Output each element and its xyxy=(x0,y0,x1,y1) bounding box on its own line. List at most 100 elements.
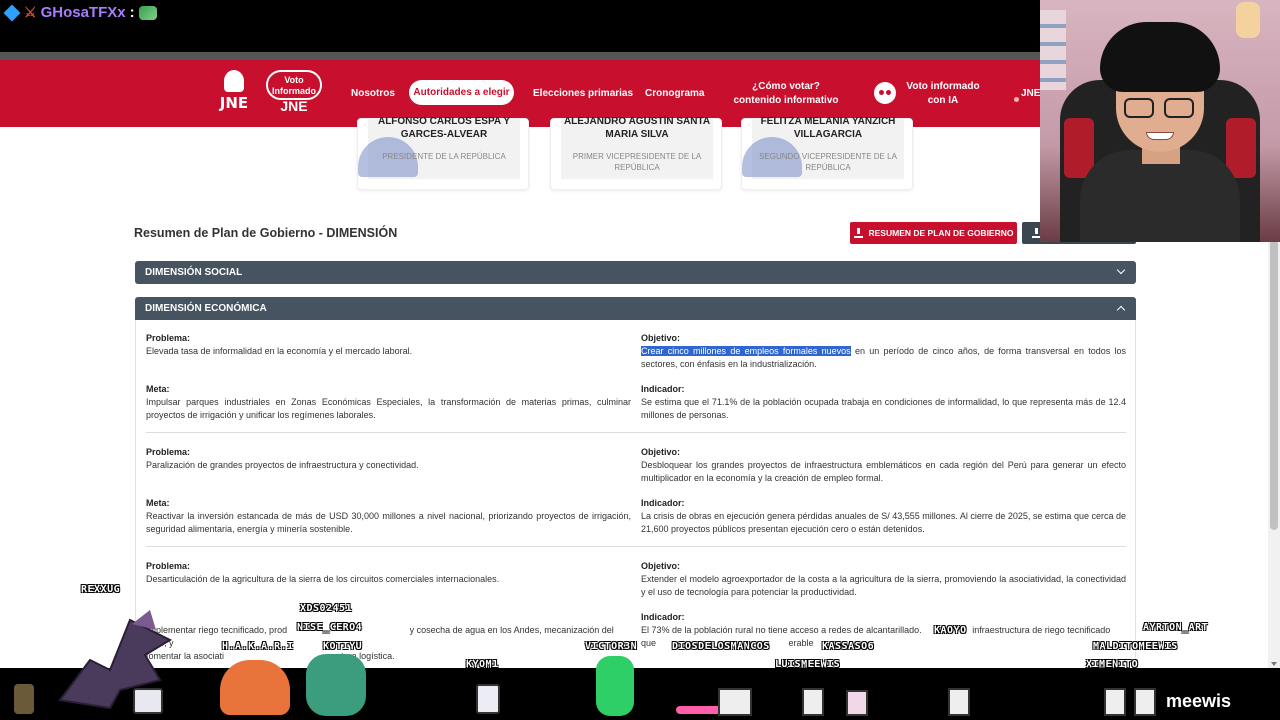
glasses-icon xyxy=(1124,98,1196,118)
voto-informado-logo[interactable]: Voto Informado JNE xyxy=(266,70,322,116)
streamer-hair xyxy=(1100,22,1220,92)
stream-scene: ⚔ GHosaTFXx : JNE Voto Informado JNE Nos… xyxy=(0,0,1280,720)
nav-jne[interactable]: JNE xyxy=(1021,60,1040,127)
problema-text: Desarticulación de la agricultura de la … xyxy=(146,574,500,584)
ghost-sprite xyxy=(133,688,163,714)
chevron-down-icon xyxy=(1116,265,1126,275)
meta-cell: Meta: Impulsar parques industriales en Z… xyxy=(146,383,631,422)
viewer-name: MALDITOMEEWIS xyxy=(1093,641,1178,652)
accordion-label: DIMENSIÓN ECONÓMICA xyxy=(145,303,267,314)
problema-cell: Problema: Desarticulación de la agricult… xyxy=(146,560,631,586)
viewer-name: XIMENITO xyxy=(1086,659,1139,670)
objetivo-text: Desbloquear los grandes proyectos de inf… xyxy=(641,460,1126,483)
candidate-card-vp2[interactable]: FELITZA MELANIA YANZICH VILLAGARCIA SEGU… xyxy=(741,116,913,190)
indicador-text-c: que xyxy=(641,638,657,648)
wall-frames xyxy=(1040,10,1066,90)
meta-label: Meta: xyxy=(146,384,170,394)
chat-message: ⚔ GHosaTFXx : xyxy=(3,4,157,21)
voto-logo-jne: JNE xyxy=(280,98,308,114)
candidate-card-vp1[interactable]: ALEJANDRO AGUSTÍN SANTA MARIA SILVA PRIM… xyxy=(550,116,722,190)
indicador-label: Indicador: xyxy=(641,612,685,622)
accordion-body-economica: Problema: Elevada tasa de informalidad e… xyxy=(135,320,1136,668)
objetivo-cell: Objetivo: Desbloquear los grandes proyec… xyxy=(641,446,1126,485)
candidate-role: PRIMER VICEPRESIDENTE DE LA REPÚBLICA xyxy=(572,152,702,172)
meta-text: Impulsar parques industriales en Zonas E… xyxy=(146,397,631,420)
charmeleon-sprite xyxy=(220,660,290,715)
indicador-label: Indicador: xyxy=(641,498,685,508)
streamer-webcam xyxy=(1040,0,1280,242)
objetivo-cell: Objetivo: Crear cinco millones de empleo… xyxy=(641,332,1126,371)
candidate-name: ALEJANDRO AGUSTÍN SANTA MARIA SILVA xyxy=(563,116,711,140)
chat-username: GHosaTFXx xyxy=(40,4,126,21)
jne-figure-icon xyxy=(224,70,244,92)
resumen-plan-button[interactable]: RESUMEN DE PLAN DE GOBIERNO xyxy=(850,222,1017,244)
ghost-sprite xyxy=(476,684,500,714)
shelf-figure xyxy=(1236,2,1260,38)
candidate-role: SEGUNDO VICEPRESIDENTE DE LA REPÚBLICA xyxy=(759,152,897,172)
robot-icon xyxy=(874,82,896,104)
meta-label: Meta: xyxy=(146,498,170,508)
scrollbar-thumb[interactable] xyxy=(1270,240,1278,530)
problema-label: Problema: xyxy=(146,333,191,343)
jne-logo[interactable]: JNE xyxy=(211,70,257,116)
viewer-name: REXXUG xyxy=(81,584,121,595)
accordion-dimension-economica[interactable]: DIMENSIÓN ECONÓMICA xyxy=(135,297,1136,320)
ghost-sprite xyxy=(802,688,824,716)
resumen-plan-label: RESUMEN DE PLAN DE GOBIERNO xyxy=(868,228,1014,238)
candidate-name: FELITZA MELANIA YANZICH VILLAGARCIA xyxy=(760,116,896,140)
sword-badge-icon: ⚔ xyxy=(24,4,37,20)
jne-logo-text: JNE xyxy=(219,94,249,112)
problema-label: Problema: xyxy=(146,561,191,571)
viewer-name: XDS02451 xyxy=(300,603,353,614)
cube-badge-icon xyxy=(3,4,21,21)
ghost-sprite xyxy=(948,688,970,716)
meta-cell: Implementar riego tecnificado, prod y co… xyxy=(146,624,631,663)
gallade-sprite xyxy=(596,656,634,716)
voto-logo-bubble: Voto Informado xyxy=(266,70,322,100)
candidate-name: ALFONSO CARLOS ESPA Y GARCES-ALVEAR xyxy=(377,116,511,140)
problema-cell: Problema: Paralización de grandes proyec… xyxy=(146,446,631,472)
objetivo-label: Objetivo: xyxy=(641,447,681,457)
chevron-up-icon xyxy=(1116,305,1126,315)
problema-label: Problema: xyxy=(146,447,191,457)
plan-title: Resumen de Plan de Gobierno - DIMENSIÓN xyxy=(134,226,398,240)
meta-text: Reactivar la inversión estancada de más … xyxy=(146,511,631,534)
scroll-down-icon[interactable] xyxy=(1271,662,1277,666)
indicador-text: La crisis de obras en ejecución genera p… xyxy=(641,511,1126,534)
viewer-name: H.A.K.A.R.I xyxy=(222,641,294,652)
page-scrollbar[interactable] xyxy=(1268,240,1280,668)
download-icon xyxy=(853,228,863,238)
viewer-name: KOTIYU xyxy=(323,641,363,652)
frog-emote-icon xyxy=(138,5,157,20)
candidate-card-president[interactable]: ALFONSO CARLOS ESPA Y GARCES-ALVEAR PRES… xyxy=(357,116,529,190)
viewer-name: KASSASO6 xyxy=(822,641,875,652)
accordion-dimension-social[interactable]: DIMENSIÓN SOCIAL xyxy=(135,261,1136,284)
soldier-sprite xyxy=(14,684,34,714)
indicador-text-d: erable xyxy=(788,638,814,648)
indicador-text-b: infraestructura de riego tecnificado xyxy=(972,625,1111,635)
viewer-name: NISE_CERO4 xyxy=(297,622,363,633)
indicador-label: Indicador: xyxy=(641,384,685,394)
ghost-sprite xyxy=(846,690,868,716)
viewer-name: LUISMEEWIS xyxy=(775,659,841,670)
block-divider xyxy=(146,546,1126,547)
chair-accent xyxy=(1226,118,1256,178)
problema-cell: Problema: Elevada tasa de informalidad e… xyxy=(146,332,631,358)
block-divider xyxy=(146,432,1126,433)
indicador-cell: Indicador: Se estima que el 71.1% de la … xyxy=(641,383,1126,422)
indicador-cell: Indicador: La crisis de obras en ejecuci… xyxy=(641,497,1126,536)
nav-autoridades[interactable]: Autoridades a elegir xyxy=(409,80,514,105)
objetivo-cell: Objetivo: Extender el modelo agroexporta… xyxy=(641,560,1126,599)
objetivo-text: Extender el modelo agroexportador de la … xyxy=(641,574,1126,597)
problema-text: Paralización de grandes proyectos de inf… xyxy=(146,460,419,470)
selected-text[interactable]: Crear cinco millones de empleos formales… xyxy=(641,346,851,356)
ghost-sprite xyxy=(1134,688,1156,716)
viewer-name: DIOSDELOSMANCOS xyxy=(672,641,770,652)
objetivo-label: Objetivo: xyxy=(641,333,681,343)
sword-sprite xyxy=(676,706,722,714)
streamer-smile xyxy=(1146,132,1174,140)
viewer-name: AYRTON_ART xyxy=(1143,622,1209,633)
problema-text: Elevada tasa de informalidad en la econo… xyxy=(146,346,413,356)
ghost-sprite xyxy=(1104,688,1126,716)
viewer-bar xyxy=(0,668,1280,720)
